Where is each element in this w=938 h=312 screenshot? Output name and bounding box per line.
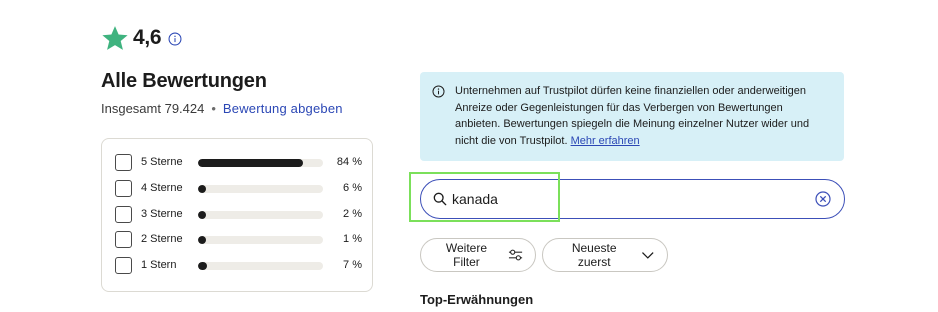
filter-checkbox[interactable]	[115, 257, 132, 274]
filter-checkbox[interactable]	[115, 231, 132, 248]
learn-more-link[interactable]: Mehr erfahren	[571, 135, 640, 147]
distribution-label: 3 Sterne	[141, 208, 183, 220]
distribution-bar	[198, 262, 323, 270]
distribution-label: 2 Sterne	[141, 233, 183, 245]
more-filters-button[interactable]: Weitere Filter	[420, 238, 536, 272]
rating-value: 4,6	[133, 26, 162, 49]
search-icon	[433, 192, 447, 206]
distribution-bar-fill	[198, 211, 206, 219]
trust-notice: Unternehmen auf Trustpilot dürfen keine …	[420, 72, 844, 161]
page-title: Alle Bewertungen	[101, 70, 267, 92]
chevron-down-icon	[642, 252, 654, 259]
distribution-percent: 6 %	[343, 182, 362, 194]
distribution-percent: 7 %	[343, 259, 362, 271]
info-icon[interactable]	[168, 32, 182, 46]
distribution-bar	[198, 211, 323, 219]
distribution-row-3[interactable]: 3 Sterne 2 %	[115, 206, 365, 225]
close-circle-icon[interactable]	[815, 191, 831, 207]
distribution-row-4[interactable]: 4 Sterne 6 %	[115, 180, 365, 199]
distribution-bar	[198, 185, 323, 193]
distribution-bar-fill	[198, 262, 207, 270]
separator-dot: •	[211, 101, 216, 116]
distribution-bar	[198, 236, 323, 244]
distribution-bar	[198, 159, 323, 167]
distribution-percent: 1 %	[343, 233, 362, 245]
distribution-label: 4 Sterne	[141, 182, 183, 194]
rating-summary: 4,6	[101, 24, 182, 52]
sort-dropdown[interactable]: Neueste zuerst	[542, 238, 668, 272]
sort-label: Neueste zuerst	[571, 241, 617, 269]
top-mentions-heading: Top-Erwähnungen	[420, 292, 534, 307]
total-reviews: Insgesamt 79.424	[101, 101, 205, 116]
filter-checkbox[interactable]	[115, 154, 132, 171]
distribution-row-2[interactable]: 2 Sterne 1 %	[115, 231, 365, 250]
distribution-label: 1 Stern	[141, 259, 177, 271]
distribution-row-1[interactable]: 1 Stern 7 %	[115, 257, 365, 276]
write-review-link[interactable]: Bewertung abgeben	[223, 101, 343, 116]
filter-checkbox[interactable]	[115, 206, 132, 223]
distribution-bar-fill	[198, 236, 206, 244]
reviews-subline: Insgesamt 79.424 • Bewertung abgeben	[101, 101, 343, 116]
search-input[interactable]	[452, 189, 792, 209]
star-icon	[102, 26, 128, 50]
more-filters-label: Weitere Filter	[445, 241, 488, 269]
review-search[interactable]	[420, 179, 845, 219]
filter-checkbox[interactable]	[115, 180, 132, 197]
sliders-icon	[508, 249, 523, 261]
distribution-label: 5 Sterne	[141, 156, 183, 168]
distribution-row-5[interactable]: 5 Sterne 84 %	[115, 154, 365, 173]
distribution-bar-fill	[198, 159, 303, 167]
info-icon	[432, 85, 445, 98]
distribution-bar-fill	[198, 185, 206, 193]
rating-distribution: 5 Sterne 84 % 4 Sterne 6 % 3 Sterne 2 % …	[101, 138, 373, 292]
distribution-percent: 84 %	[336, 156, 362, 168]
distribution-percent: 2 %	[343, 208, 362, 220]
